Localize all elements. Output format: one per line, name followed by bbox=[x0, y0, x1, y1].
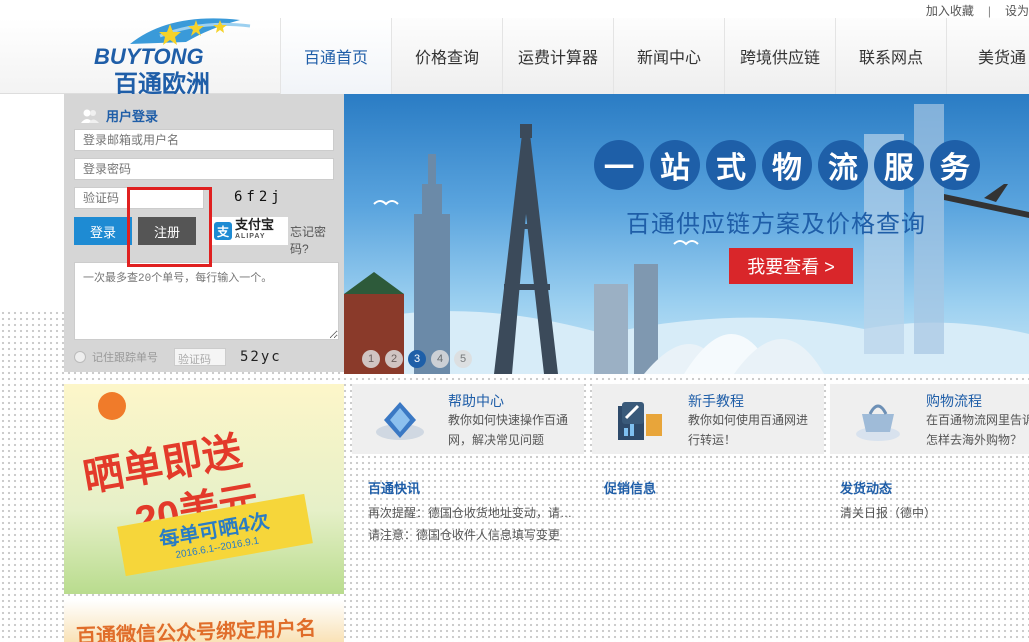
nav-news-center[interactable]: 新闻中心 bbox=[613, 18, 724, 94]
beginner-tutorial-card[interactable]: 新手教程 教你如何使用百通网进行转运！ bbox=[592, 384, 824, 454]
news-heading[interactable]: 百通快讯 bbox=[368, 478, 588, 500]
nav-contact-outlets[interactable]: 联系网点 bbox=[835, 18, 946, 94]
slogan-char: 物 bbox=[762, 140, 812, 190]
password-input[interactable] bbox=[74, 158, 334, 180]
slide-dot[interactable]: 1 bbox=[362, 350, 380, 368]
shopping-process-card[interactable]: 购物流程 在百通物流网里告诉你怎样去海外购物？ bbox=[830, 384, 1029, 454]
view-now-button[interactable]: 我要查看 > bbox=[729, 248, 853, 284]
login-title-text: 用户登录 bbox=[106, 109, 159, 124]
slide-dot[interactable]: 2 bbox=[385, 350, 403, 368]
news-item[interactable]: 清关日报（德中） bbox=[840, 502, 1029, 524]
slide-indicators: 1 2 3 4 5 bbox=[362, 350, 472, 368]
slogan-char: 式 bbox=[706, 140, 756, 190]
news-item[interactable]: 请注意：德国仓收件人信息填写变更 bbox=[368, 524, 583, 546]
slide-dot[interactable]: 5 bbox=[454, 350, 472, 368]
help-center-icon bbox=[376, 402, 424, 440]
news-column-buytong-news: 百通快讯 再次提醒：德国仓收货地址变动，请… 请注意：德国仓收件人信息填写变更 bbox=[368, 478, 588, 546]
banner-subtitle: 百通供应链方案及价格查询 bbox=[626, 211, 926, 238]
separator: | bbox=[987, 4, 991, 18]
nav-us-goods[interactable]: 美货通 bbox=[946, 18, 1029, 94]
logo-brand-en: BUYTONG bbox=[94, 44, 204, 69]
set-homepage-link[interactable]: 设为 bbox=[1005, 2, 1029, 19]
tracking-numbers-input[interactable] bbox=[74, 262, 339, 340]
logo-graphic: BUYTONG 百通欧洲 bbox=[94, 18, 251, 98]
username-input[interactable] bbox=[74, 129, 334, 151]
bookmark-link[interactable]: 加入收藏 bbox=[926, 2, 974, 19]
main-nav: 百通首页 价格查询 运费计算器 新闻中心 跨境供应链 联系网点 美货通 bbox=[280, 18, 1029, 94]
remember-checkbox[interactable] bbox=[74, 351, 86, 363]
nav-cross-border-supply-chain[interactable]: 跨境供应链 bbox=[724, 18, 835, 94]
slogan-char: 流 bbox=[818, 140, 868, 190]
hero-banner[interactable]: 一 站 式 物 流 服 务 百通供应链方案及价格查询 我要查看 > 1 2 3 … bbox=[344, 94, 1029, 374]
logo-brand-cn: 百通欧洲 bbox=[114, 70, 210, 96]
card-desc: 在百通物流网里告诉你怎样去海外购物？ bbox=[926, 413, 1029, 447]
wechat-promo-banner[interactable]: 百通微信公众号绑定用户名 bbox=[64, 600, 344, 642]
news-column-promotions: 促销信息 bbox=[604, 478, 824, 502]
news-heading[interactable]: 发货动态 bbox=[840, 478, 1029, 500]
slogan-char: 务 bbox=[930, 140, 980, 190]
remember-label: 记住跟踪单号 bbox=[92, 352, 158, 364]
nav-home[interactable]: 百通首页 bbox=[280, 18, 391, 94]
top-links: 加入收藏 | 设为 bbox=[926, 2, 1029, 18]
news-heading[interactable]: 促销信息 bbox=[604, 478, 824, 500]
card-title: 帮助中心 bbox=[448, 393, 504, 409]
header: BUYTONG 百通欧洲 百通首页 价格查询 运费计算器 新闻中心 跨境供应链 … bbox=[0, 18, 1029, 98]
nav-price-query[interactable]: 价格查询 bbox=[391, 18, 502, 94]
tracking-captcha-input[interactable]: 验证码 bbox=[174, 348, 226, 366]
help-center-card[interactable]: 帮助中心 教你如何快速操作百通网，解决常见问题 bbox=[352, 384, 584, 454]
card-desc: 教你如何使用百通网进行转运！ bbox=[688, 413, 809, 447]
card-desc: 教你如何快速操作百通网，解决常见问题 bbox=[448, 413, 569, 447]
promo-banner[interactable]: 晒单即送 20美元 每单可晒4次 2016.6.1--2016.9.1 bbox=[64, 384, 344, 594]
alipay-login-button[interactable]: 支 支付宝 ALIPAY bbox=[210, 217, 288, 245]
slogan-char: 服 bbox=[874, 140, 924, 190]
news-column-shipping-updates: 发货动态 清关日报（德中） bbox=[840, 478, 1029, 524]
buytong-logo[interactable]: BUYTONG 百通欧洲 bbox=[90, 6, 260, 98]
alipay-label: 支付宝 bbox=[235, 217, 275, 232]
alipay-icon: 支 bbox=[214, 222, 232, 240]
slide-dot-active[interactable]: 3 bbox=[408, 350, 426, 368]
forgot-password-link[interactable]: 忘记密码? bbox=[290, 223, 344, 257]
sun-icon bbox=[98, 392, 126, 420]
card-title: 新手教程 bbox=[688, 393, 744, 409]
slogan-char: 站 bbox=[650, 140, 700, 190]
users-icon bbox=[81, 109, 99, 123]
slogan: 一 站 式 物 流 服 务 bbox=[594, 140, 980, 190]
slide-dot[interactable]: 4 bbox=[431, 350, 449, 368]
tracking-controls: 记住跟踪单号 验证码 52yc bbox=[74, 346, 339, 368]
shopping-process-icon bbox=[856, 404, 900, 441]
login-title: 用户登录 bbox=[80, 106, 158, 125]
tutorial-icon bbox=[618, 402, 662, 440]
login-button[interactable]: 登录 bbox=[74, 217, 132, 245]
news-item[interactable]: 再次提醒：德国仓收货地址变动，请… bbox=[368, 502, 583, 524]
wechat-promo-text: 百通微信公众号绑定用户名 bbox=[75, 617, 317, 642]
register-highlight-box bbox=[127, 187, 212, 267]
nav-shipping-calculator[interactable]: 运费计算器 bbox=[502, 18, 613, 94]
card-title: 购物流程 bbox=[926, 393, 982, 409]
alipay-sub: ALIPAY bbox=[235, 233, 266, 240]
slogan-char: 一 bbox=[594, 140, 644, 190]
tracking-captcha-image[interactable]: 52yc bbox=[240, 349, 282, 365]
captcha-image[interactable]: 6f2j bbox=[234, 189, 284, 205]
